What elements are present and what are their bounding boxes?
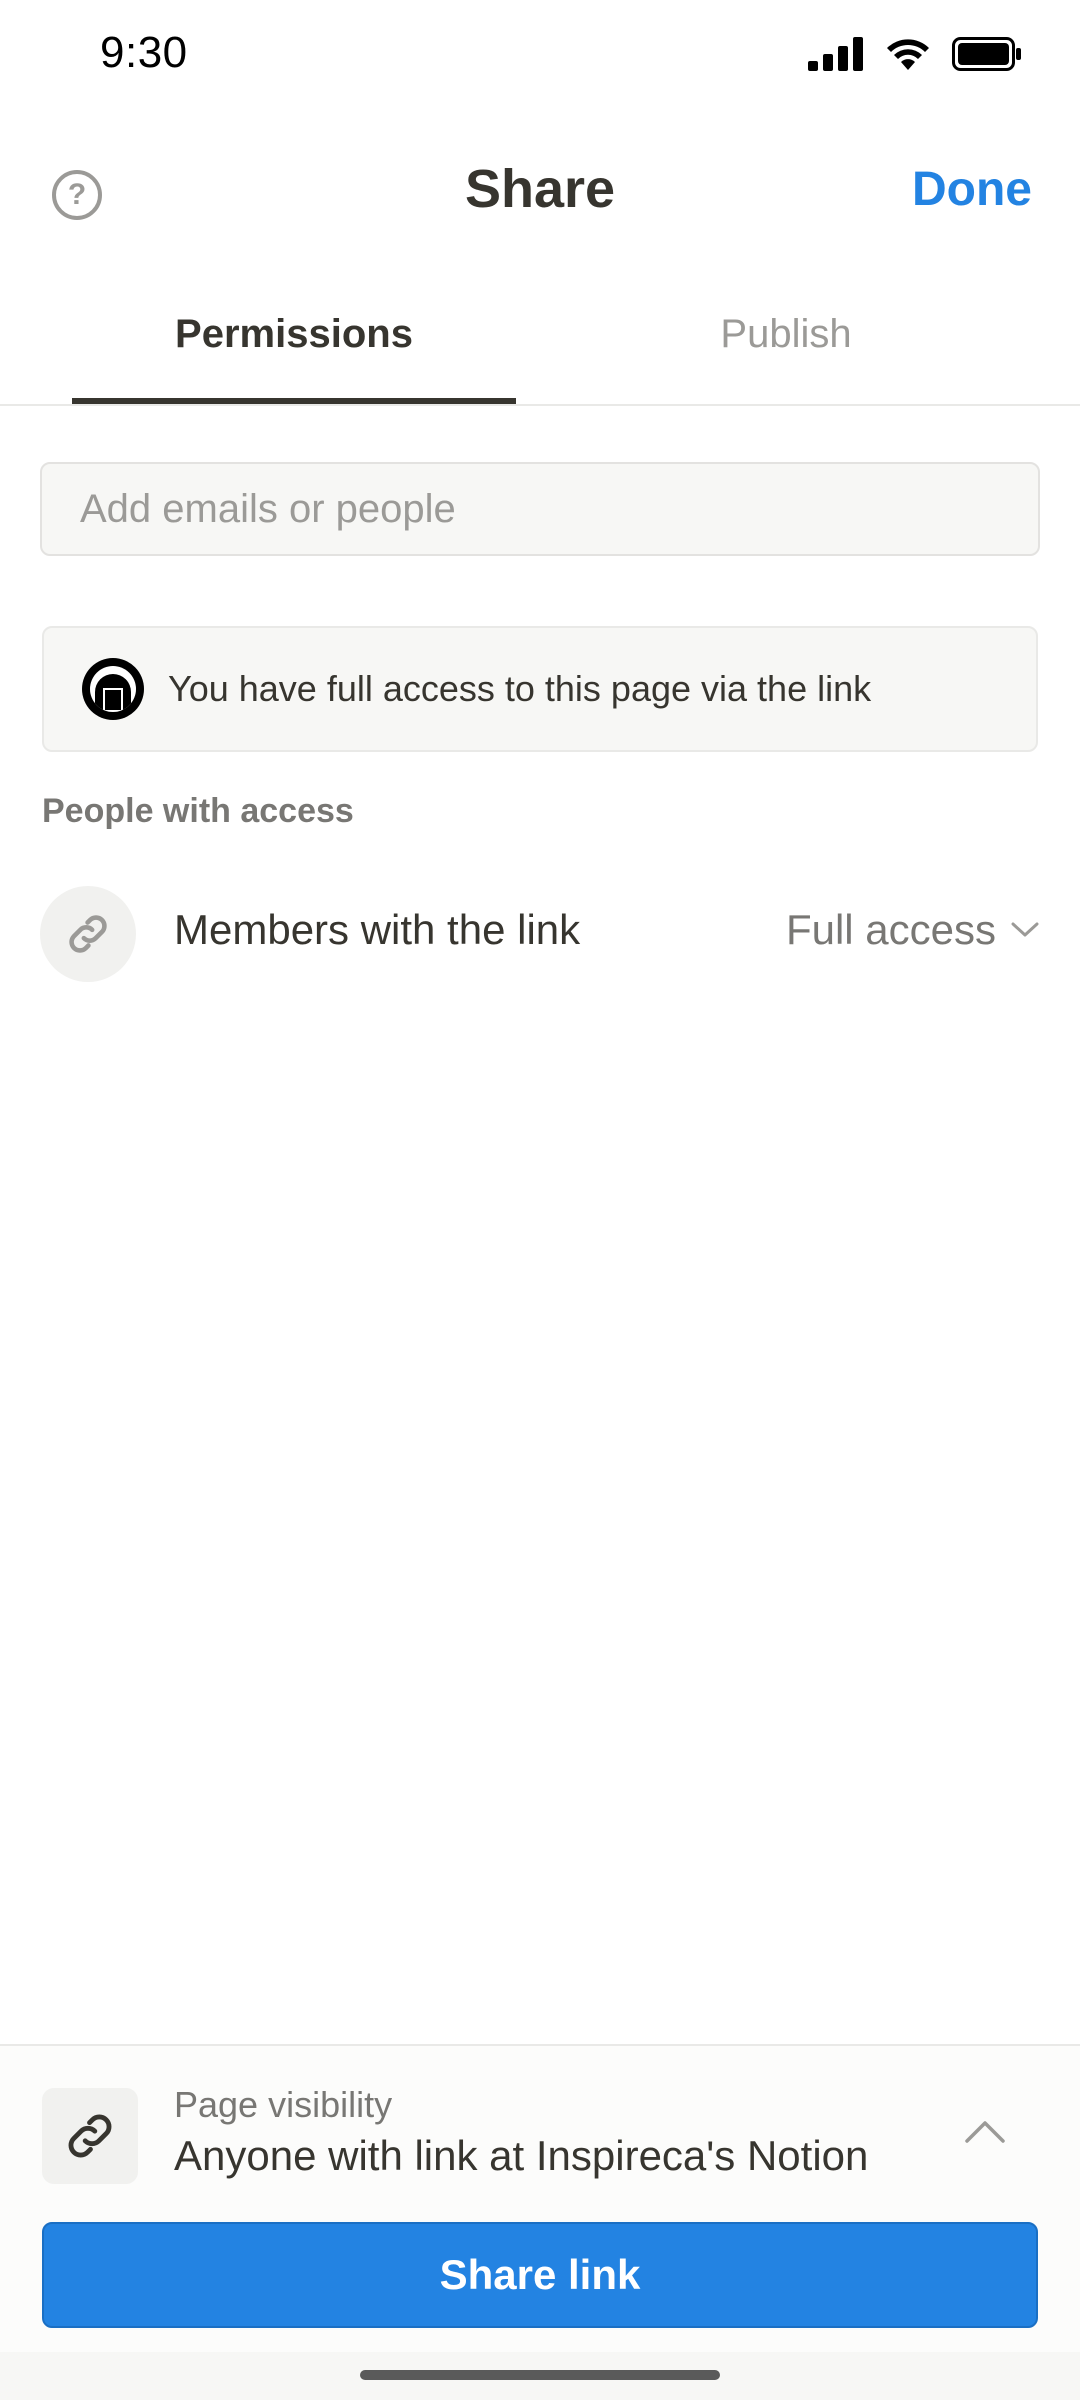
access-notice: You have full access to this page via th… (42, 626, 1038, 752)
chevron-up-icon[interactable] (962, 2116, 1008, 2151)
members-with-link-label: Members with the link (174, 906, 581, 953)
wifi-icon (887, 39, 929, 70)
done-button[interactable]: Done (912, 162, 1032, 217)
status-time: 9:30 (100, 28, 188, 77)
share-link-label: Share link (439, 2251, 641, 2298)
page-visibility-link-icon (42, 2088, 138, 2184)
access-row-members: Members with the link Full access (40, 886, 1040, 982)
battery-icon (952, 37, 1021, 71)
page-visibility-value[interactable]: Anyone with link at Inspireca's Notion (174, 2132, 868, 2180)
status-icons (808, 36, 1022, 72)
tab-permissions[interactable]: Permissions (72, 312, 516, 357)
bottom-divider (0, 2044, 1080, 2046)
cellular-signal-icon (808, 37, 863, 71)
share-link-button[interactable]: Share link (42, 2222, 1038, 2328)
home-indicator[interactable] (360, 2370, 720, 2380)
link-icon (40, 886, 136, 982)
page-visibility-title: Page visibility (174, 2084, 393, 2125)
add-people-input[interactable] (40, 462, 1040, 556)
access-level-dropdown[interactable]: Full access (786, 906, 1040, 954)
tab-divider (0, 404, 1080, 406)
workspace-avatar-icon (82, 658, 144, 720)
access-notice-text: You have full access to this page via th… (168, 668, 872, 709)
chevron-down-icon (1011, 922, 1039, 937)
tab-publish[interactable]: Publish (564, 312, 1008, 357)
people-with-access-label: People with access (42, 792, 354, 830)
access-level-value: Full access (785, 906, 996, 953)
